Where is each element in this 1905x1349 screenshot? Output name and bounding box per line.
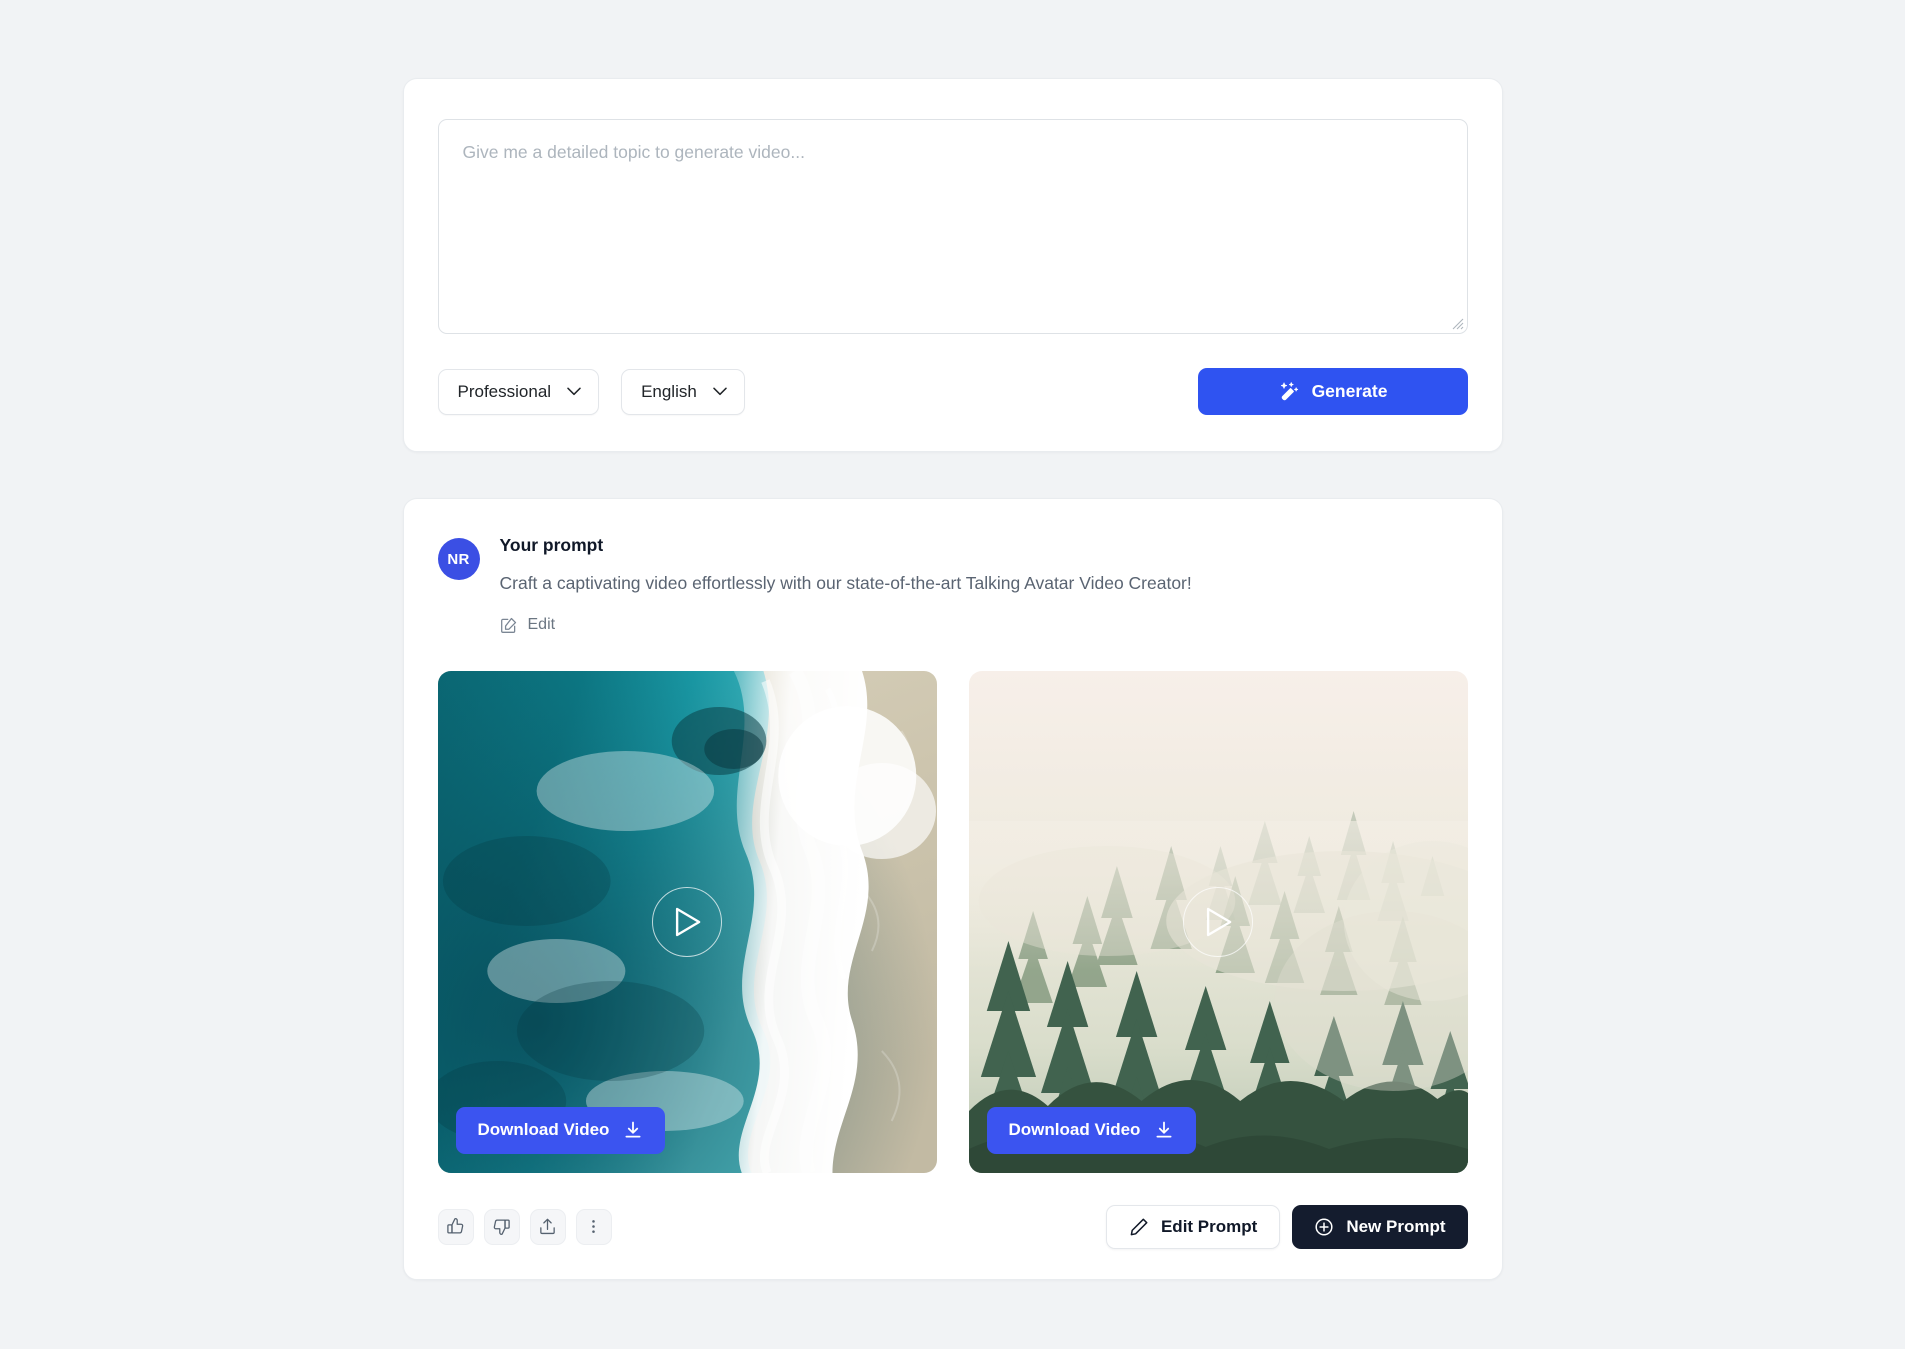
tone-select[interactable]: Professional (437, 368, 600, 415)
app-root: Professional English (0, 0, 1905, 1349)
share-icon (540, 1219, 555, 1235)
edit-prompt-link[interactable]: Edit (500, 616, 556, 634)
video-card[interactable]: Download Video (968, 670, 1468, 1173)
download-video-button[interactable]: Download Video (986, 1106, 1197, 1154)
play-icon (675, 907, 701, 937)
prompt-title: Your prompt (499, 535, 604, 555)
prompt-body: Your prompt Craft a captivating video ef… (500, 535, 1192, 639)
download-icon (1156, 1121, 1172, 1138)
pencil-icon (1130, 1218, 1148, 1236)
edit-square-icon (500, 617, 516, 633)
plus-circle-icon (1315, 1218, 1333, 1236)
prompt-input-wrapper (437, 119, 1468, 334)
primary-actions: Edit Prompt New Prompt (1105, 1204, 1468, 1249)
chevron-down-icon (567, 387, 581, 396)
result-actions: Edit Prompt New Prompt (437, 1204, 1468, 1249)
result-card: NR Your prompt Craft a captivating video… (402, 498, 1503, 1280)
play-icon (1206, 907, 1232, 937)
download-icon (625, 1121, 641, 1138)
download-video-label: Download Video (1008, 1120, 1141, 1140)
magic-wand-icon (1280, 382, 1298, 401)
video-results: Download Video Download Video (437, 670, 1468, 1173)
download-video-label: Download Video (477, 1120, 610, 1140)
language-select-value: English (641, 381, 697, 401)
generate-button-label: Generate (1311, 381, 1388, 401)
chevron-down-icon (713, 387, 727, 396)
composer-toolbar: Professional English Generate (437, 368, 1468, 415)
edit-prompt-button-label: Edit Prompt (1160, 1216, 1258, 1236)
avatar: NR (437, 538, 480, 580)
new-prompt-button[interactable]: New Prompt (1292, 1204, 1468, 1249)
thumbs-down-icon (493, 1219, 510, 1236)
play-button[interactable] (1183, 886, 1253, 957)
new-prompt-button-label: New Prompt (1346, 1216, 1446, 1236)
generate-button[interactable]: Generate (1197, 368, 1468, 415)
play-button[interactable] (652, 886, 722, 957)
tone-select-value: Professional (457, 381, 552, 401)
edit-prompt-link-label: Edit (527, 616, 556, 634)
thumbs-up-button[interactable] (437, 1208, 474, 1245)
language-select[interactable]: English (621, 368, 745, 415)
share-button[interactable] (529, 1208, 566, 1245)
topic-input[interactable] (437, 119, 1468, 334)
thumbs-down-button[interactable] (483, 1208, 520, 1245)
download-video-button[interactable]: Download Video (455, 1106, 666, 1154)
video-card[interactable]: Download Video (437, 670, 937, 1173)
edit-prompt-button[interactable]: Edit Prompt (1105, 1204, 1281, 1249)
more-options-button[interactable] (575, 1208, 612, 1245)
prompt-header: NR Your prompt Craft a captivating video… (437, 535, 1468, 639)
more-options-icon (592, 1220, 595, 1234)
prompt-text: Craft a captivating video effortlessly w… (499, 573, 1192, 593)
composer-card: Professional English (402, 78, 1503, 452)
thumbs-up-icon (447, 1218, 464, 1234)
